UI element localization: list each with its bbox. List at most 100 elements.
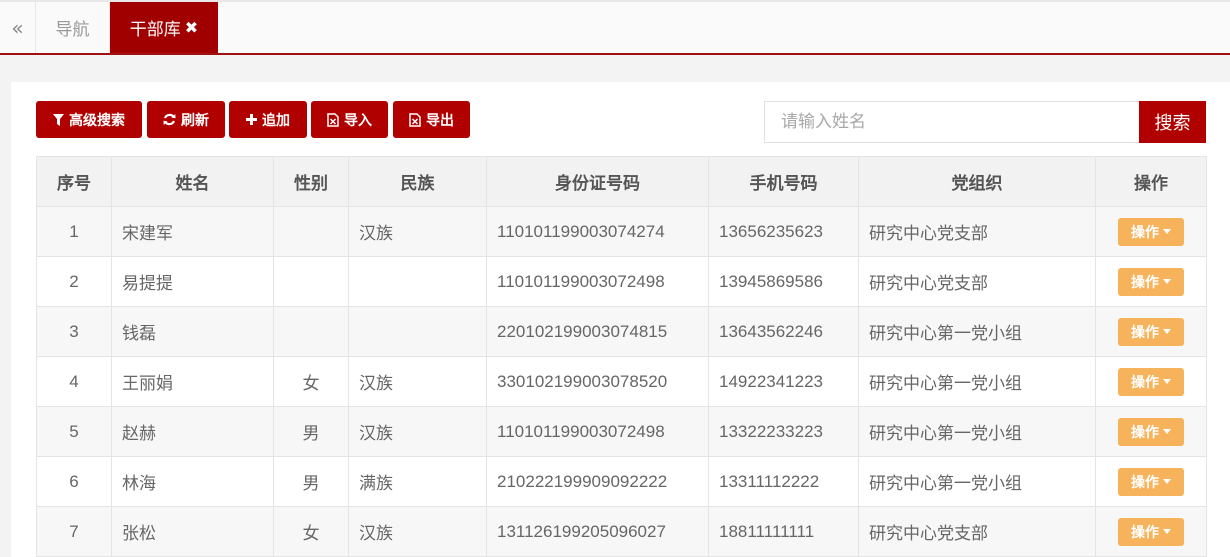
cell-ethnicity: 汉族 (348, 356, 487, 407)
cell-gender: 女 (273, 356, 349, 407)
export-button[interactable]: 导出 (393, 101, 470, 138)
tab-bar: « 导航 干部库 ✖ (0, 0, 1230, 55)
cell-party-org: 研究中心党支部 (858, 256, 1096, 307)
cell-actions: 操作 (1095, 306, 1207, 357)
row-actions-dropdown-button[interactable]: 操作 (1118, 317, 1184, 346)
cell-party-org: 研究中心党支部 (858, 506, 1096, 557)
table-row[interactable]: 2 易提提 110101199003072498 13945869586 研究中心党支部… (36, 256, 1207, 307)
cell-phone: 14922341223 (708, 356, 859, 407)
cell-name: 林海 (111, 456, 274, 507)
excel-file-icon (327, 112, 339, 127)
collapse-sidebar-button[interactable]: « (0, 2, 36, 53)
cell-name: 宋建军 (111, 206, 274, 257)
cell-gender: 女 (273, 506, 349, 557)
cell-ethnicity (348, 256, 487, 307)
cell-id-number: 110101199003074274 (486, 206, 709, 257)
row-actions-dropdown-button[interactable]: 操作 (1118, 217, 1184, 246)
cell-actions: 操作 (1095, 206, 1207, 257)
table-row[interactable]: 4 王丽娟女汉族 330102199003078520 14922341223 研究中心… (36, 356, 1207, 407)
row-actions-dropdown-button[interactable]: 操作 (1118, 417, 1184, 446)
cell-ethnicity: 汉族 (348, 406, 487, 457)
row-actions-label: 操作 (1131, 373, 1159, 390)
refresh-button[interactable]: 刷新 (147, 101, 225, 138)
table-row[interactable]: 3 钱磊 220102199003074815 13643562246 研究中心第一党小… (36, 306, 1207, 357)
row-actions-label: 操作 (1131, 323, 1159, 340)
cell-no: 4 (36, 356, 112, 407)
import-label: 导入 (344, 111, 372, 128)
advanced-search-label: 高级搜索 (69, 111, 125, 128)
cell-actions: 操作 (1095, 406, 1207, 457)
cell-no: 5 (36, 406, 112, 457)
row-actions-label: 操作 (1131, 523, 1159, 540)
cell-party-org: 研究中心第一党小组 (858, 356, 1096, 407)
col-header-ethnicity[interactable]: 民族 (348, 156, 487, 207)
tab-cadre-library[interactable]: 干部库 ✖ (110, 2, 218, 53)
cell-id-number: 220102199003074815 (486, 306, 709, 357)
content-panel: 高级搜索 刷新 追加 导入 导出 搜索 (11, 82, 1230, 557)
row-actions-label: 操作 (1131, 223, 1159, 240)
cell-name: 张松 (111, 506, 274, 557)
cell-gender: 男 (273, 406, 349, 457)
caret-down-icon (1163, 429, 1171, 434)
tab-nav[interactable]: 导航 (36, 2, 110, 53)
cell-name: 易提提 (111, 256, 274, 307)
table-row[interactable]: 5 赵赫男汉族 110101199003072498 13322233223 研究中心第… (36, 406, 1207, 457)
table-row[interactable]: 6 林海男满族 210222199909092222 13311112222 研究中心第… (36, 456, 1207, 507)
cell-ethnicity (348, 306, 487, 357)
cell-id-number: 210222199909092222 (486, 456, 709, 507)
caret-down-icon (1163, 279, 1171, 284)
cell-gender (273, 306, 349, 357)
close-icon[interactable]: ✖ (185, 18, 198, 37)
cell-phone: 18811111111 (708, 506, 859, 557)
name-search-input[interactable] (764, 101, 1139, 143)
cadre-table: 序号 姓名 性别 民族 身份证号码 手机号码 党组织 操作 1 宋建军 汉族 1101… (36, 156, 1207, 557)
cell-phone: 13945869586 (708, 256, 859, 307)
import-button[interactable]: 导入 (311, 101, 388, 138)
col-header-name[interactable]: 姓名 (111, 156, 274, 207)
cell-ethnicity: 满族 (348, 456, 487, 507)
cell-phone: 13656235623 (708, 206, 859, 257)
cell-name: 王丽娟 (111, 356, 274, 407)
cell-no: 6 (36, 456, 112, 507)
table-row[interactable]: 1 宋建军 汉族 110101199003074274 13656235623 研究中心党… (36, 206, 1207, 257)
cell-actions: 操作 (1095, 506, 1207, 557)
advanced-search-button[interactable]: 高级搜索 (36, 101, 142, 138)
cell-ethnicity: 汉族 (348, 206, 487, 257)
col-header-no[interactable]: 序号 (36, 156, 112, 207)
row-actions-label: 操作 (1131, 273, 1159, 290)
cell-phone: 13643562246 (708, 306, 859, 357)
cell-actions: 操作 (1095, 256, 1207, 307)
col-header-id-number[interactable]: 身份证号码 (486, 156, 709, 207)
cell-ethnicity: 汉族 (348, 506, 487, 557)
cell-no: 3 (36, 306, 112, 357)
add-button[interactable]: 追加 (229, 101, 307, 138)
row-actions-dropdown-button[interactable]: 操作 (1118, 267, 1184, 296)
row-actions-dropdown-button[interactable]: 操作 (1118, 517, 1184, 546)
refresh-icon (163, 113, 176, 126)
cell-no: 1 (36, 206, 112, 257)
table-row[interactable]: 7 张松女汉族 131126199205096027 18811111111 研究中心党… (36, 506, 1207, 557)
cell-gender: 男 (273, 456, 349, 507)
excel-file-icon (409, 112, 421, 127)
search-button[interactable]: 搜索 (1139, 101, 1206, 143)
row-actions-label: 操作 (1131, 473, 1159, 490)
cell-id-number: 110101199003072498 (486, 256, 709, 307)
cell-actions: 操作 (1095, 356, 1207, 407)
col-header-gender[interactable]: 性别 (273, 156, 349, 207)
row-actions-label: 操作 (1131, 423, 1159, 440)
row-actions-dropdown-button[interactable]: 操作 (1118, 467, 1184, 496)
cell-id-number: 330102199003078520 (486, 356, 709, 407)
cell-party-org: 研究中心第一党小组 (858, 456, 1096, 507)
cell-actions: 操作 (1095, 456, 1207, 507)
cell-gender (273, 206, 349, 257)
filter-icon (53, 113, 64, 126)
cell-phone: 13311112222 (708, 456, 859, 507)
tab-cadre-library-label: 干部库 (129, 20, 181, 39)
plus-icon (246, 114, 257, 125)
cell-party-org: 研究中心党支部 (858, 206, 1096, 257)
col-header-phone[interactable]: 手机号码 (708, 156, 859, 207)
row-actions-dropdown-button[interactable]: 操作 (1118, 367, 1184, 396)
cell-id-number: 131126199205096027 (486, 506, 709, 557)
add-label: 追加 (262, 111, 290, 128)
col-header-party-org[interactable]: 党组织 (858, 156, 1096, 207)
